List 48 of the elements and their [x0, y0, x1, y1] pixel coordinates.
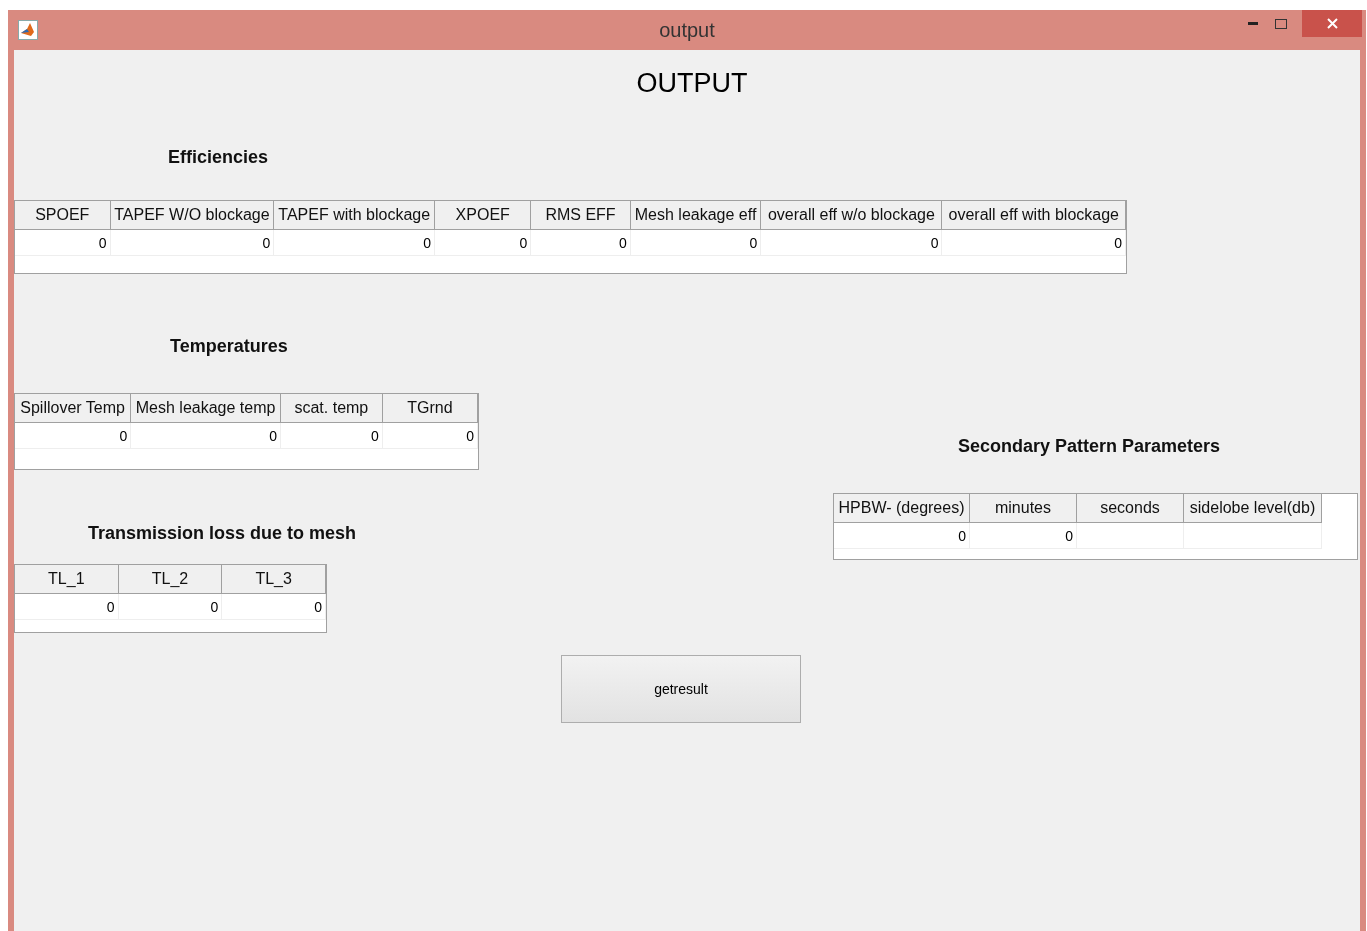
table-cell: 0 [760, 229, 942, 256]
column-header: minutes [969, 494, 1077, 523]
table-cell: 0 [834, 522, 970, 549]
column-header: seconds [1076, 494, 1184, 523]
column-header: overall eff w/o blockage [760, 201, 942, 230]
column-header: XPOEF [434, 201, 531, 230]
column-header: TL_2 [118, 565, 222, 594]
page-heading: OUTPUT [635, 68, 748, 99]
column-header: SPOEF [15, 201, 110, 230]
column-header: sidelobe level(db) [1183, 494, 1322, 523]
table-cell: 0 [130, 422, 281, 449]
close-button[interactable] [1302, 10, 1362, 37]
section-title: Secondary Pattern Parameters [958, 436, 1221, 457]
close-icon [1326, 18, 1338, 29]
table-cell: 0 [273, 229, 435, 256]
table-cell: 0 [15, 593, 119, 620]
column-header: HPBW- (degrees) [834, 494, 970, 523]
table-cell: 0 [434, 229, 531, 256]
table-cell: 0 [530, 229, 631, 256]
column-header: TL_1 [15, 565, 119, 594]
table-cell: 0 [221, 593, 326, 620]
column-header: TAPEF W/O blockage [110, 201, 274, 230]
table-cell: 0 [118, 593, 222, 620]
column-header: RMS EFF [530, 201, 631, 230]
column-header: Mesh leakage eff [630, 201, 761, 230]
section-title: Transmission loss due to mesh [88, 523, 357, 544]
column-header: TAPEF with blockage [273, 201, 435, 230]
getresult-button[interactable]: getresult [561, 655, 801, 723]
table-cell: 0 [942, 229, 1126, 256]
column-header: Mesh leakage temp [130, 394, 281, 423]
table-cell: 0 [280, 422, 383, 449]
table-cell: 0 [15, 422, 131, 449]
table-cell: 0 [15, 229, 110, 256]
table-cell: 0 [969, 522, 1077, 549]
column-header: Spillover Temp [15, 394, 131, 423]
table-cell: 0 [110, 229, 274, 256]
column-header: TL_3 [221, 565, 326, 594]
window-title: output [659, 18, 715, 42]
app-icon [18, 20, 38, 40]
column-header: scat. temp [280, 394, 383, 423]
table-cell: 0 [382, 422, 478, 449]
minimize-icon [1248, 21, 1258, 26]
column-header: overall eff with blockage [942, 201, 1126, 230]
column-header: TGrnd [382, 394, 478, 423]
section-title: Efficiencies [168, 147, 269, 168]
maximize-icon [1275, 18, 1287, 29]
section-title: Temperatures [170, 336, 288, 357]
table-cell: 0 [630, 229, 761, 256]
